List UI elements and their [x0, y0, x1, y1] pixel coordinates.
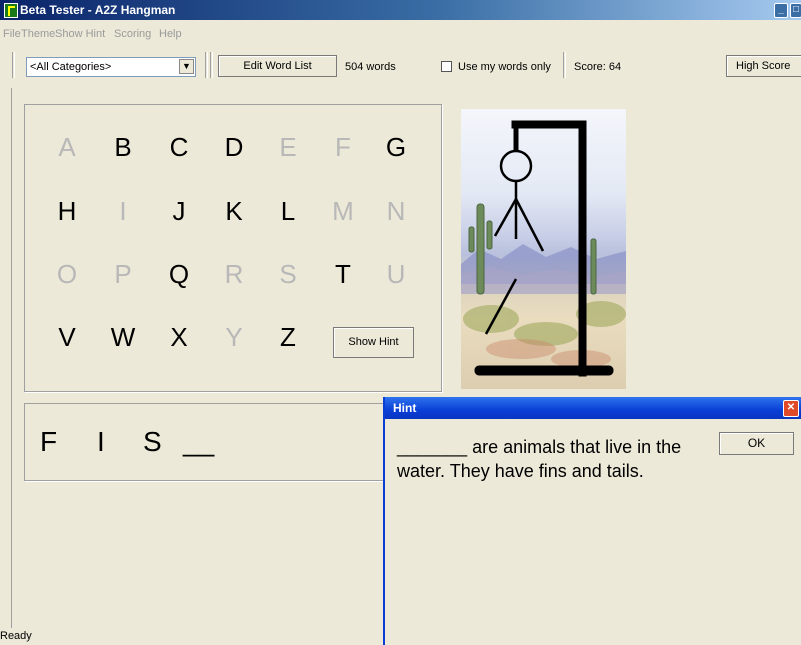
gallows-drawing — [461, 120, 626, 377]
letter-k-button[interactable]: K — [214, 196, 254, 227]
hangman-app-icon — [4, 3, 18, 18]
maximize-button[interactable]: □ — [790, 3, 801, 18]
hint-dialog-title: Hint — [393, 401, 417, 415]
letter-w-button[interactable]: W — [103, 322, 143, 353]
toolbar-separator — [210, 52, 213, 78]
letter-z-button[interactable]: Z — [268, 322, 308, 353]
hint-dialog-title-bar: Hint ✕ — [385, 397, 801, 419]
category-select[interactable]: <All Categories> ▼ — [26, 57, 196, 77]
letter-n-button: N — [386, 196, 406, 226]
letter-f-button: F — [335, 132, 351, 162]
letter-y-button: Y — [225, 322, 243, 352]
title-bar: Beta Tester - A2Z Hangman _ □ — [0, 0, 801, 20]
close-icon[interactable]: ✕ — [783, 400, 799, 417]
letter-x-button[interactable]: X — [159, 322, 199, 353]
letter-u-button: U — [386, 259, 406, 289]
letter-g-button[interactable]: G — [376, 132, 416, 163]
menu-show-hint[interactable]: Show Hint — [55, 28, 105, 40]
menu-theme[interactable]: Theme — [21, 28, 55, 40]
letter-c-button[interactable]: C — [159, 132, 199, 163]
word-blank: __ — [183, 426, 215, 457]
letter-v-button[interactable]: V — [47, 322, 87, 353]
menu-file[interactable]: File — [3, 28, 21, 40]
letter-o-button: O — [56, 259, 78, 289]
minimize-button[interactable]: _ — [774, 3, 788, 18]
use-my-words-label: Use my words only — [458, 61, 551, 73]
hint-text: _______ are animals that live in the wat… — [397, 437, 682, 481]
letter-s-button: S — [279, 259, 297, 289]
letter-i-button: I — [119, 196, 127, 226]
high-score-button[interactable]: High Score — [726, 55, 801, 77]
show-hint-button[interactable]: Show Hint — [333, 327, 414, 358]
word-count: 504 words — [345, 61, 396, 73]
score: Score: 64 — [574, 61, 622, 73]
hint-ok-button[interactable]: OK — [719, 432, 794, 455]
toolbar-separator — [563, 52, 566, 78]
chevron-down-icon[interactable]: ▼ — [179, 59, 194, 74]
word-letter: I — [97, 426, 105, 457]
toolbar-separator — [12, 52, 15, 78]
letter-h-button[interactable]: H — [47, 196, 87, 227]
letter-p-button: P — [114, 259, 132, 289]
menu-scoring[interactable]: Scoring — [114, 28, 151, 40]
hangman-picture — [461, 109, 626, 389]
edit-word-list-button[interactable]: Edit Word List — [218, 55, 337, 77]
use-my-words-checkbox[interactable] — [441, 61, 452, 72]
letter-r-button: R — [224, 259, 244, 289]
letter-a-button: A — [58, 132, 76, 162]
status-text: Ready — [0, 630, 32, 642]
menu-help[interactable]: Help — [159, 28, 182, 40]
category-value: <All Categories> — [30, 61, 112, 73]
letter-d-button[interactable]: D — [214, 132, 254, 163]
word-letter: F — [40, 426, 58, 457]
toolbar-separator — [205, 52, 208, 78]
window-title: Beta Tester - A2Z Hangman — [20, 3, 176, 17]
word-panel — [24, 403, 424, 481]
letter-b-button[interactable]: B — [103, 132, 143, 163]
letter-e-button: E — [279, 132, 297, 162]
hint-dialog: Hint ✕ _______ are animals that live in … — [383, 397, 801, 645]
letter-j-button[interactable]: J — [159, 196, 199, 227]
client-area-edge — [11, 88, 13, 628]
letter-l-button[interactable]: L — [268, 196, 308, 227]
letter-m-button: M — [332, 196, 354, 226]
word-letter: S — [143, 426, 162, 457]
letter-t-button[interactable]: T — [323, 259, 363, 290]
letter-q-button[interactable]: Q — [159, 259, 199, 290]
toolbar: <All Categories> ▼ Edit Word List 504 wo… — [0, 52, 801, 80]
